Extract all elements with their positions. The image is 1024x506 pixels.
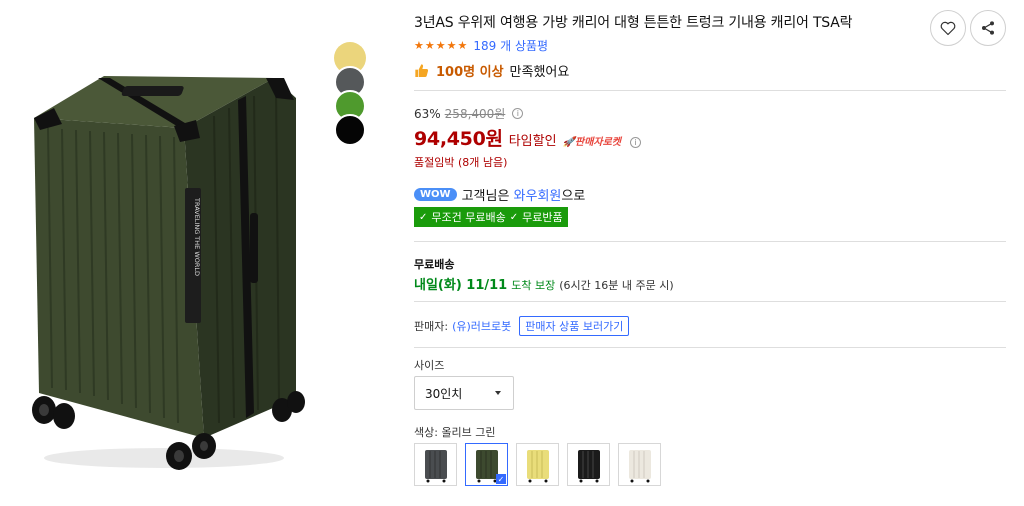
product-title: 3년AS 우위제 여행용 가방 캐리어 대형 튼튼한 트렁크 기내용 캐리어 T… (414, 15, 853, 31)
wow-suffix: 으로 (561, 189, 586, 204)
luggage-thumbnail (628, 449, 651, 482)
satisfaction-text: 만족했어요 (509, 65, 570, 80)
wow-badge: WOW (414, 188, 457, 201)
color-option-black[interactable] (567, 443, 610, 486)
seller-name-link[interactable]: (유)러브로봇 (452, 318, 511, 334)
product-info-panel: 3년AS 우위제 여행용 가방 캐리어 대형 튼튼한 트렁크 기내용 캐리어 T… (414, 0, 1006, 506)
star-icon: ★ (457, 39, 468, 52)
seller-products-button[interactable]: 판매자 상품 보러가기 (519, 316, 630, 336)
timesale-label: 타임할인 (508, 134, 557, 149)
wow-member-link[interactable]: 와우회원 (514, 189, 562, 204)
original-price: 258,400원 (444, 107, 506, 121)
stock-warning: 품절임박 (8개 남음) (414, 156, 508, 169)
product-main-image[interactable]: TRAVELING THE WORLD (14, 38, 334, 478)
info-icon[interactable]: i (512, 108, 524, 119)
free-shipping-label: 무조건 무료배송 (431, 211, 506, 224)
luggage-thumbnail (424, 449, 447, 482)
satisfaction-count: 100명 이상 (436, 65, 504, 80)
product-gallery: TRAVELING THE WORLD (0, 0, 400, 506)
color-option-yellow[interactable] (516, 443, 559, 486)
check-icon: ✓ (509, 211, 519, 223)
divider (414, 301, 1006, 302)
color-label: 색상: 올리브 그린 (414, 426, 496, 439)
color-options: ✓ (414, 443, 661, 486)
sale-price: 94,450원 (414, 128, 503, 150)
caret-down-icon (495, 391, 501, 395)
wow-prefix: 고객님은 (461, 189, 514, 204)
check-icon: ✓ (419, 211, 428, 223)
luggage-thumbnail (526, 449, 549, 482)
star-rating: ★ ★ ★ ★ ★ (414, 40, 467, 51)
review-count-link[interactable]: 189 개 상품평 (473, 37, 548, 54)
rocket-icon: 🚀 (562, 137, 575, 148)
divider (414, 90, 1006, 91)
shipping-label: 무료배송 (414, 258, 455, 271)
order-deadline-note: (6시간 16분 내 주문 시) (559, 279, 674, 292)
size-label: 사이즈 (414, 359, 445, 372)
price-row: 94,450원 타임할인 🚀판매자로켓 i (414, 124, 641, 151)
share-button[interactable] (970, 10, 1006, 46)
color-swatch-strip (334, 42, 370, 146)
star-icon: ★ (424, 39, 435, 52)
thumbs-up-icon (415, 63, 429, 77)
info-icon[interactable]: i (630, 137, 641, 148)
color-option-white[interactable] (618, 443, 661, 486)
swatch-black[interactable] (334, 114, 366, 146)
luggage-thumbnail (577, 449, 600, 482)
size-selected-value: 30인치 (425, 386, 463, 401)
selected-check-icon: ✓ (496, 474, 506, 484)
benefit-badge: ✓ 무조건 무료배송 ✓ 무료반품 (414, 207, 568, 227)
discount-row: 63% 258,400원 i (414, 105, 524, 122)
wow-member-row: WOW 고객님은 와우회원으로 (414, 185, 585, 204)
divider (414, 347, 1006, 348)
divider (414, 241, 1006, 242)
seller-rocket-label: 판매자로켓 (575, 137, 621, 148)
rating-row[interactable]: ★ ★ ★ ★ ★ 189 개 상품평 (414, 37, 548, 54)
seller-rocket-badge: 🚀판매자로켓 (563, 133, 621, 148)
shipping-row: 내일(화) 11/11 도착 보장 (6시간 16분 내 주문 시) (414, 274, 674, 293)
size-select[interactable]: 30인치 (414, 376, 514, 410)
heart-icon (940, 21, 956, 35)
discount-rate: 63% (414, 106, 441, 121)
star-icon: ★ (435, 39, 446, 52)
satisfaction-row: 100명 이상 만족했어요 (414, 61, 569, 80)
luggage-brand-text: TRAVELING THE WORLD (193, 197, 201, 276)
seller-row: 판매자: (유)러브로봇 판매자 상품 보러가기 (414, 316, 630, 336)
color-option-gray[interactable] (414, 443, 457, 486)
arrival-guarantee: 도착 보장 (511, 279, 556, 292)
arrival-date: 내일(화) 11/11 (414, 278, 508, 293)
seller-label: 판매자: (414, 320, 449, 333)
wishlist-button[interactable] (930, 10, 966, 46)
star-icon: ★ (446, 39, 457, 52)
share-icon (982, 21, 994, 35)
color-option-olive-green[interactable]: ✓ (465, 443, 508, 486)
free-return-label: 무료반품 (522, 211, 563, 224)
star-icon: ★ (414, 39, 424, 52)
